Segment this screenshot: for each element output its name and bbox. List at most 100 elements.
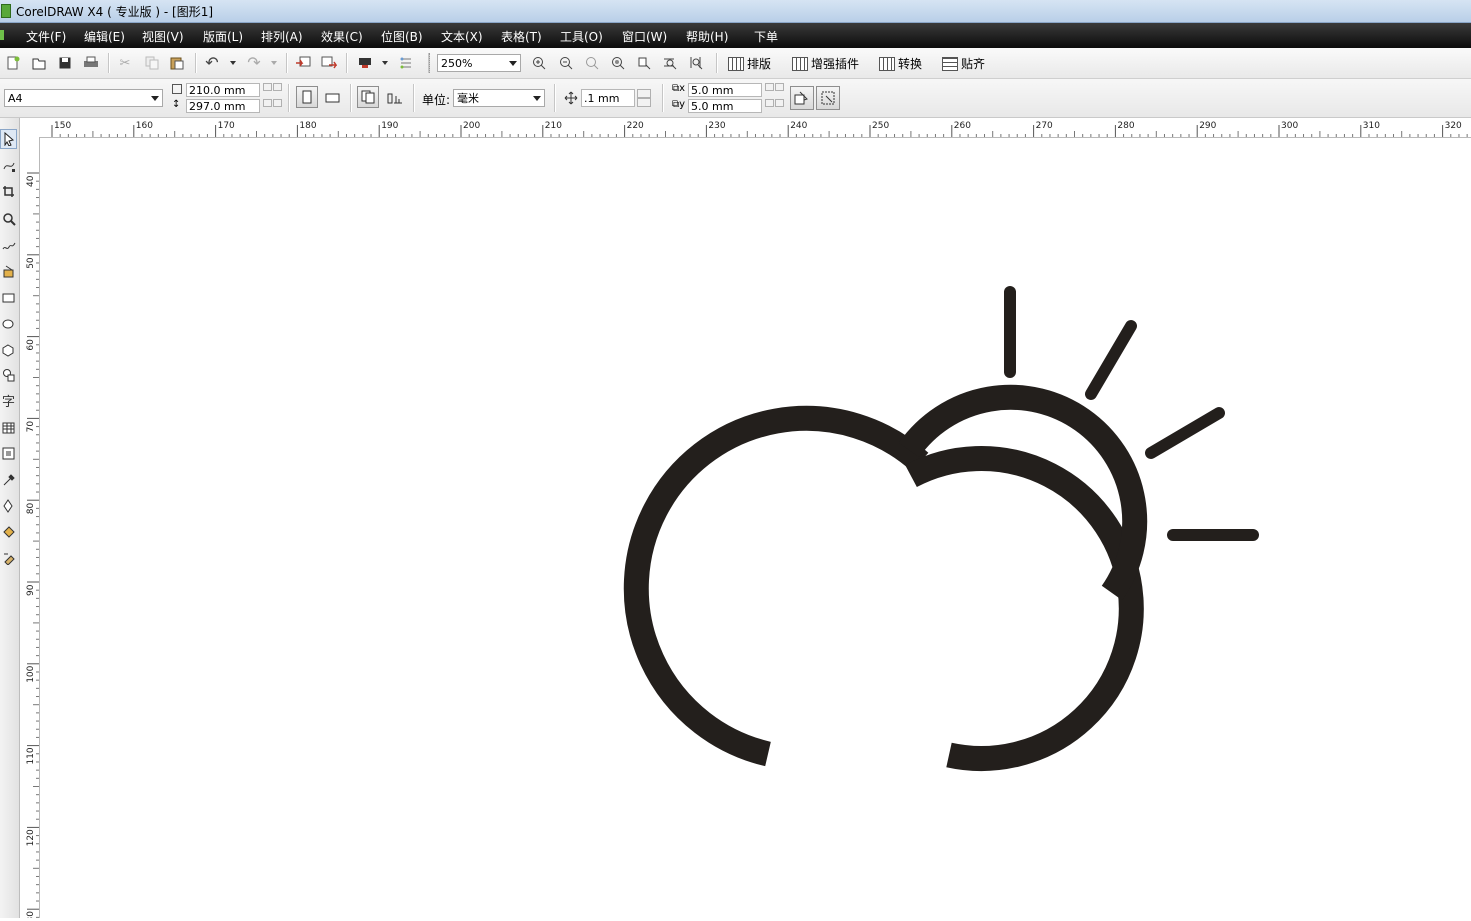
sun-ray-upper-right[interactable] <box>1085 320 1137 400</box>
eyedropper-tool-icon[interactable] <box>0 470 17 490</box>
duplicate-x-field[interactable]: 5.0 mm <box>688 83 762 97</box>
ellipse-tool-icon[interactable] <box>0 314 17 334</box>
zoom-selected-icon[interactable] <box>583 54 601 72</box>
menu-window[interactable]: 窗口(W) <box>622 28 667 45</box>
basic-shapes-icon[interactable] <box>0 365 17 385</box>
ruler-label: 120 <box>26 829 36 846</box>
print-icon[interactable] <box>82 54 100 72</box>
duplicate-y-field[interactable]: 5.0 mm <box>688 99 762 113</box>
undo-icon[interactable]: ↶ <box>203 54 221 72</box>
menu-text[interactable]: 文本(X) <box>441 28 483 45</box>
text-tool-icon[interactable]: 字 <box>0 390 17 410</box>
zoom-out-icon[interactable] <box>557 54 575 72</box>
menu-bitmaps[interactable]: 位图(B) <box>381 28 423 45</box>
save-icon[interactable] <box>56 54 74 72</box>
zoom-page-icon[interactable] <box>635 54 653 72</box>
treat-as-filled-button[interactable] <box>790 86 814 110</box>
sun-arc[interactable] <box>898 384 1148 601</box>
duplicate-x-icon: ⧉x <box>672 83 686 94</box>
menu-help[interactable]: 帮助(H) <box>686 28 728 45</box>
menu-effects[interactable]: 效果(C) <box>321 28 363 45</box>
open-folder-icon[interactable] <box>30 54 48 72</box>
redo-icon[interactable]: ↷ <box>245 54 263 72</box>
ruler-label: 240 <box>790 121 807 131</box>
duplicate-x-spin-down[interactable] <box>775 83 784 91</box>
zoom-tool-icon[interactable] <box>0 209 17 229</box>
duplicate-y-spin-up[interactable] <box>765 99 774 107</box>
page-size-select[interactable]: A4 <box>4 89 163 107</box>
page-height-spin-down[interactable] <box>273 99 282 107</box>
menu-file[interactable]: 文件(F) <box>26 28 66 45</box>
landscape-button[interactable] <box>324 89 342 107</box>
nudge-field[interactable]: .1 mm <box>581 89 635 107</box>
cloud-left-arc[interactable] <box>623 405 929 767</box>
import-icon[interactable] <box>294 54 312 72</box>
crop-tool-icon[interactable] <box>0 182 17 202</box>
unit-select[interactable]: 毫米 <box>453 89 545 107</box>
duplicate-x-spin-up[interactable] <box>765 83 774 91</box>
page-width-spin-up[interactable] <box>263 83 272 91</box>
paste-icon[interactable] <box>168 54 186 72</box>
vertical-ruler[interactable]: 40 50 60 70 80 90 100 110 120 130 <box>20 137 40 918</box>
outline-tool-icon[interactable] <box>0 496 17 516</box>
table-tool-icon[interactable] <box>0 418 17 438</box>
interactive-tool-icon[interactable] <box>0 444 17 464</box>
portrait-button[interactable] <box>296 86 318 108</box>
export-icon[interactable] <box>320 54 338 72</box>
horizontal-ruler[interactable]: 150 160 170 180 190 200 210 220 230 240 250 260 270 2… <box>20 118 1471 138</box>
page-width-spin-down[interactable] <box>273 83 282 91</box>
menu-order[interactable]: 下单 <box>754 28 778 45</box>
welcome-screen-icon[interactable] <box>397 54 415 72</box>
pick-tool-icon[interactable] <box>0 129 17 149</box>
nudge-spin-down[interactable] <box>637 98 651 107</box>
snap-plugin-button[interactable]: 贴齐 <box>942 55 985 72</box>
cloud-right-arc[interactable] <box>905 446 1144 771</box>
launcher-dropdown-icon[interactable] <box>382 61 388 65</box>
zoom-page-height-icon[interactable] <box>687 54 705 72</box>
menu-table[interactable]: 表格(T) <box>501 28 542 45</box>
toolbar-separator <box>286 53 288 73</box>
page-border-button[interactable] <box>816 86 840 110</box>
toolbox: 字 <box>0 118 20 918</box>
zoom-in-icon[interactable] <box>530 54 548 72</box>
menu-edit[interactable]: 编辑(E) <box>84 28 125 45</box>
interactive-fill-icon[interactable] <box>0 548 17 568</box>
undo-dropdown-icon[interactable] <box>230 61 236 65</box>
zoom-level-select[interactable]: 250% <box>437 54 521 72</box>
page-width-field[interactable]: 210.0 mm <box>186 83 260 97</box>
chevron-down-icon <box>151 96 159 101</box>
menu-layout[interactable]: 版面(L) <box>203 28 243 45</box>
rectangle-tool-icon[interactable] <box>0 288 17 308</box>
property-bar: A4 210.0 mm ↕ 297.0 mm 单位: 毫米 .1 mm ⧉x 5… <box>0 79 1471 118</box>
menu-view[interactable]: 视图(V) <box>142 28 184 45</box>
all-pages-button[interactable] <box>357 86 379 108</box>
enhance-plugin-button[interactable]: 增强插件 <box>792 55 859 72</box>
coreldraw-app-icon[interactable] <box>1 4 11 18</box>
page-height-field[interactable]: 297.0 mm <box>186 99 260 113</box>
freehand-tool-icon[interactable] <box>0 235 17 255</box>
menu-arrange[interactable]: 排列(A) <box>261 28 303 45</box>
ruler-label: 270 <box>1036 121 1053 131</box>
menu-tools[interactable]: 工具(O) <box>560 28 603 45</box>
redo-dropdown-icon[interactable] <box>271 61 277 65</box>
smart-fill-icon[interactable] <box>0 261 17 281</box>
cut-icon[interactable]: ✂ <box>116 54 134 72</box>
nudge-spin-up[interactable] <box>637 89 651 98</box>
shape-tool-icon[interactable] <box>0 156 17 176</box>
zoom-all-objects-icon[interactable] <box>609 54 627 72</box>
ruler-label: 200 <box>463 121 480 131</box>
application-launcher-icon[interactable] <box>356 54 374 72</box>
duplicate-y-spin-down[interactable] <box>775 99 784 107</box>
copy-icon[interactable] <box>143 54 161 72</box>
drawing-canvas[interactable] <box>40 138 1471 918</box>
fill-tool-icon[interactable] <box>0 522 17 542</box>
layout-plugin-button[interactable]: 排版 <box>728 55 771 72</box>
title-bar: CorelDRAW X4 ( 专业版 ) - [图形1] <box>0 0 1471 23</box>
zoom-page-width-icon[interactable] <box>661 54 679 72</box>
page-height-spin-up[interactable] <box>263 99 272 107</box>
convert-plugin-button[interactable]: 转换 <box>879 55 922 72</box>
new-document-icon[interactable] <box>4 54 22 72</box>
polygon-tool-icon[interactable] <box>0 340 17 360</box>
sun-ray-right[interactable] <box>1145 407 1225 459</box>
current-page-button[interactable] <box>386 89 404 107</box>
